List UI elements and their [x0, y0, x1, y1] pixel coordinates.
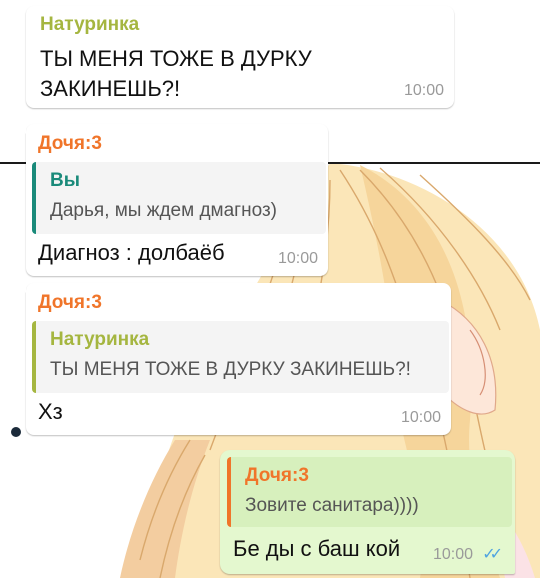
message-text-line: ЗАКИНЕШЬ?!: [40, 76, 181, 101]
message-text-line: ТЫ МЕНЯ ТОЖЕ В ДУРКУ: [40, 46, 312, 71]
reply-quote[interactable]: Натуринка ТЫ МЕНЯ ТОЖЕ В ДУРКУ ЗАКИНЕШЬ?…: [32, 321, 449, 393]
quote-sender: Дочя:3: [245, 465, 309, 486]
reply-quote[interactable]: Вы Дарья, мы ждем дмагноз): [32, 162, 326, 234]
sender-name[interactable]: Дочя:3: [38, 292, 102, 314]
ink-dot: [11, 427, 21, 437]
quote-text: Дарья, мы ждем дмагноз): [50, 200, 277, 221]
reply-quote[interactable]: Дочя:3 Зовите санитара)))): [227, 457, 512, 527]
incoming-message[interactable]: Дочя:3 Вы Дарья, мы ждем дмагноз) Диагно…: [18, 124, 328, 276]
message-time: 10:00: [400, 409, 441, 426]
sender-name[interactable]: Натуринка: [40, 14, 139, 36]
outgoing-message[interactable]: Дочя:3 Зовите санитара)))) Бе ды с баш к…: [220, 450, 515, 574]
message-text: Диагноз : долбаёб: [38, 240, 225, 265]
quote-text: ТЫ МЕНЯ ТОЖЕ В ДУРКУ ЗАКИНЕШЬ?!: [50, 359, 411, 380]
sender-name[interactable]: Дочя:3: [38, 133, 102, 155]
incoming-message[interactable]: Дочя:3 Натуринка ТЫ МЕНЯ ТОЖЕ В ДУРКУ ЗА…: [18, 283, 451, 435]
message-text: Бе ды с баш кой: [233, 536, 401, 561]
quote-sender: Натуринка: [50, 329, 150, 350]
incoming-message[interactable]: Натуринка ТЫ МЕНЯ ТОЖЕ В ДУРКУ ЗАКИНЕШЬ?…: [26, 6, 454, 108]
message-time: 10:00: [403, 82, 444, 99]
message-text: ТЫ МЕНЯ ТОЖЕ В ДУРКУ ЗАКИНЕШЬ?!: [40, 44, 312, 104]
bubble-tail: [18, 124, 26, 134]
message-text: Хз: [38, 399, 63, 424]
message-time: 10:00: [277, 250, 318, 267]
double-check-icon: ✓✓: [482, 546, 503, 563]
message-time: 10:00: [432, 546, 473, 563]
bubble-tail: [18, 283, 26, 293]
quote-sender: Вы: [50, 170, 80, 191]
quote-text: Зовите санитара)))): [245, 495, 419, 516]
